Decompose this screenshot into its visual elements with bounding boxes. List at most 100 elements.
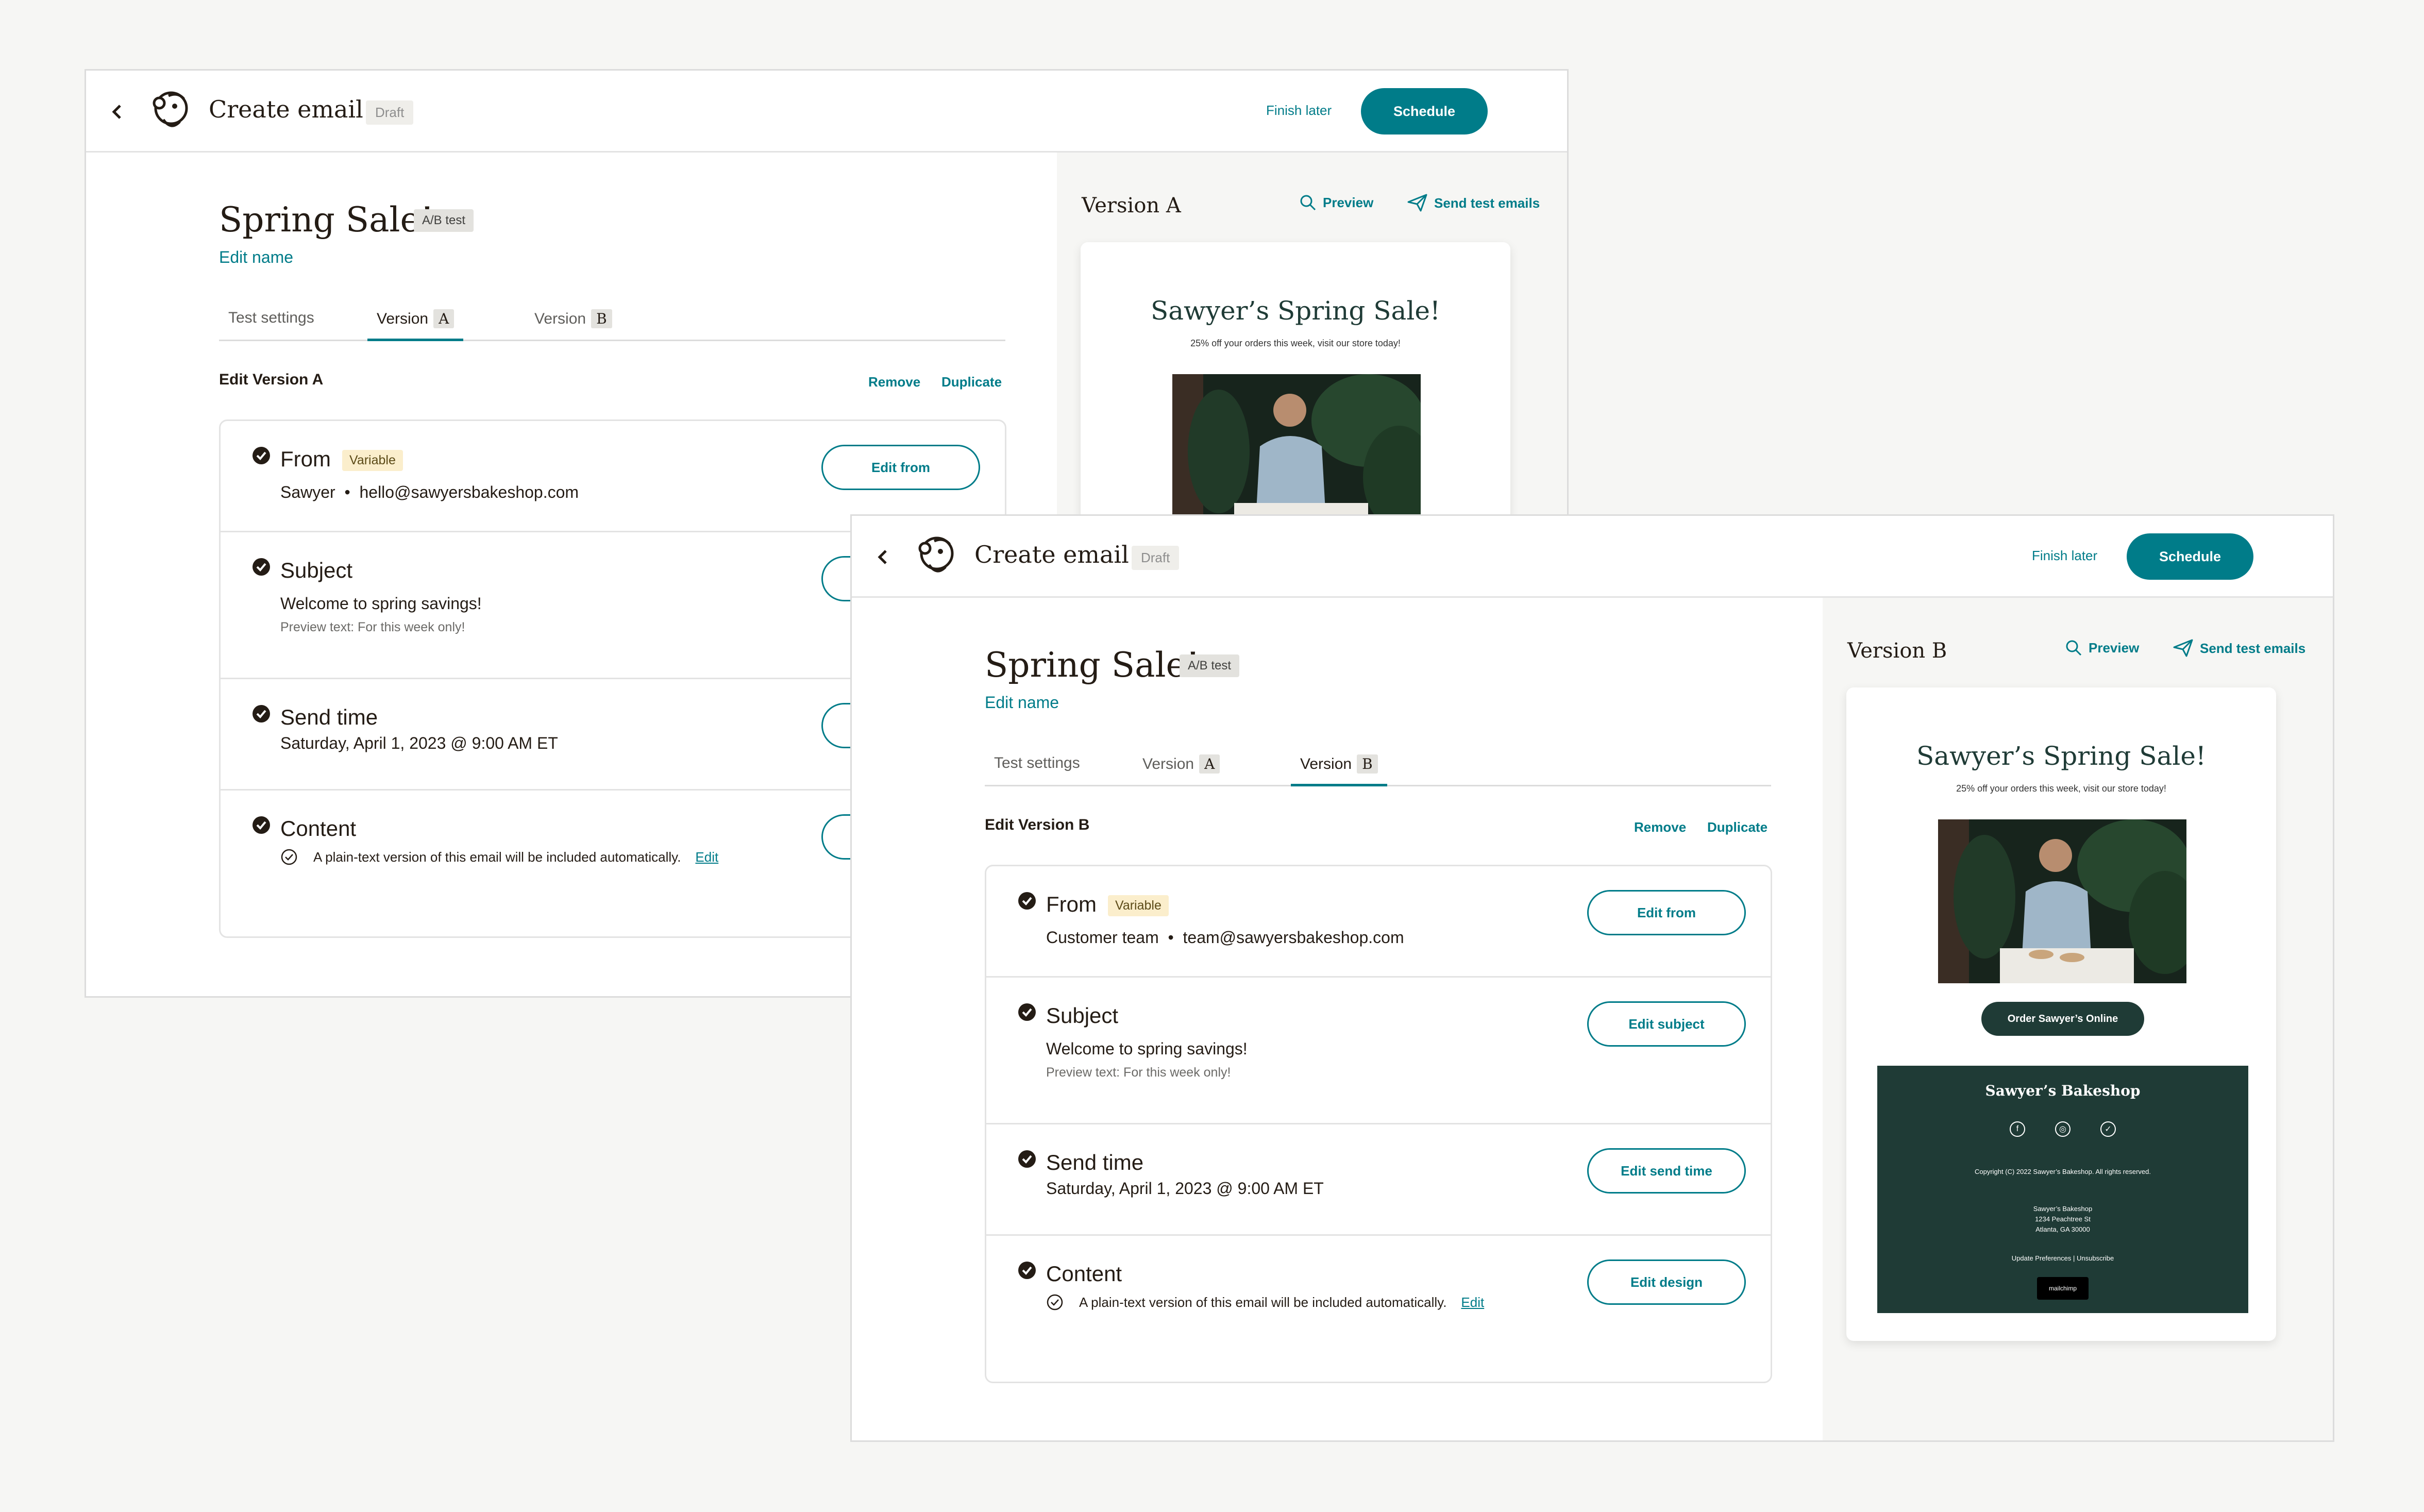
version-tabs: Test settings Version A Version B [219, 300, 1005, 341]
send-test-label: Send test emails [2200, 640, 2306, 656]
checkmark-icon [1018, 1003, 1036, 1021]
preview-panel: Version B Preview Send test emails Sawye… [1823, 598, 2333, 1440]
preview-label: Preview [2089, 640, 2140, 656]
tab-version-b[interactable]: Version B [1291, 754, 1387, 786]
email-headline: Sawyer’s Spring Sale! [1916, 741, 2207, 771]
remove-link[interactable]: Remove [1634, 819, 1686, 835]
send-test-label: Send test emails [1434, 195, 1540, 211]
remove-link[interactable]: Remove [868, 374, 920, 390]
footer-copyright: Copyright (C) 2022 Sawyer’s Bakeshop. Al… [1974, 1168, 2151, 1175]
from-email: team@sawyersbakeshop.com [1183, 928, 1404, 947]
main-content: Spring Sale! A/B test Edit name Test set… [852, 598, 1823, 1440]
panel-title: Version B [1847, 639, 1947, 663]
tab-letter: A [1199, 754, 1220, 774]
edit-from-button[interactable]: Edit from [1587, 890, 1746, 935]
edit-design-button[interactable]: Edit design [1587, 1259, 1746, 1305]
mailchimp-logo-icon [918, 536, 954, 573]
finish-later-link[interactable]: Finish later [2032, 548, 2097, 564]
plain-text-edit-link[interactable]: Edit [695, 849, 718, 865]
app-title: Create email [209, 95, 363, 123]
address-line: 1234 Peachtree St [2035, 1215, 2091, 1223]
tab-version-a[interactable]: Version A [367, 309, 464, 341]
footer-address: Sawyer’s Bakeshop 1234 Peachtree St Atla… [1877, 1204, 2248, 1235]
mailchimp-badge: mailchimp [2037, 1277, 2089, 1300]
tab-label: Version [1142, 755, 1194, 772]
duplicate-link[interactable]: Duplicate [1707, 819, 1767, 835]
social-icons: f ◎ ✓ [1877, 1121, 2248, 1137]
send-time-title: Send time [1046, 1150, 1144, 1174]
subject-row: Subject Welcome to spring savings! Previ… [986, 978, 1771, 1124]
top-bar: Create email Draft Finish later Schedule [852, 516, 2333, 598]
facebook-icon: f [2010, 1121, 2025, 1137]
tab-test-settings[interactable]: Test settings [994, 754, 1080, 786]
schedule-button[interactable]: Schedule [2127, 533, 2253, 580]
from-value: Customer team • team@sawyersbakeshop.com [1046, 928, 1404, 947]
panel-title: Version A [1082, 194, 1181, 217]
from-name: Sawyer [280, 483, 335, 501]
email-hero-image [1172, 374, 1421, 531]
send-test-emails-link[interactable]: Send test emails [2173, 639, 2305, 658]
tab-label: Version [1300, 755, 1352, 772]
campaign-title: Spring Sale! [985, 645, 1200, 685]
edit-version-heading: Edit Version B [985, 816, 1090, 833]
variable-badge: Variable [1108, 895, 1169, 917]
email-headline: Sawyer’s Spring Sale! [1150, 296, 1441, 326]
checkmark-icon [252, 705, 270, 723]
edit-send-time-button[interactable]: Edit send time [1587, 1148, 1746, 1194]
chevron-left-icon[interactable] [108, 99, 126, 124]
content-row: Content A plain-text version of this ema… [986, 1236, 1771, 1383]
edit-name-link[interactable]: Edit name [219, 248, 293, 267]
address-line: Atlanta, GA 30000 [2035, 1225, 2090, 1233]
send-time-title: Send time [280, 705, 378, 729]
tab-letter: B [591, 309, 612, 328]
plain-text-label: A plain-text version of this email will … [313, 849, 681, 865]
ab-test-badge: A/B test [1180, 654, 1240, 677]
checkmark-icon [1018, 1262, 1036, 1279]
instagram-icon: ◎ [2055, 1121, 2070, 1137]
checkmark-icon [252, 447, 270, 464]
settings-card: From Variable Customer team • team@sawyer… [985, 865, 1772, 1383]
campaign-title: Spring Sale! [219, 200, 434, 240]
from-email: hello@sawyersbakeshop.com [359, 483, 579, 501]
checkmark-icon [1018, 892, 1036, 910]
variable-badge: Variable [342, 450, 403, 472]
plain-text-edit-link[interactable]: Edit [1461, 1295, 1484, 1311]
plain-text-label: A plain-text version of this email will … [1079, 1294, 1447, 1310]
preview-link[interactable]: Preview [2065, 639, 2139, 657]
send-test-emails-link[interactable]: Send test emails [1407, 194, 1540, 212]
plain-text-note: A plain-text version of this email will … [1046, 1293, 1484, 1311]
circle-check-icon [281, 849, 297, 865]
mailchimp-logo-icon [153, 91, 188, 127]
preview-label: Preview [1323, 194, 1374, 210]
tab-test-settings[interactable]: Test settings [228, 309, 314, 341]
chevron-left-icon[interactable] [873, 545, 892, 569]
finish-later-link[interactable]: Finish later [1266, 103, 1332, 119]
email-footer: Sawyer’s Bakeshop f ◎ ✓ Copyright (C) 20… [1877, 1066, 2248, 1313]
from-row: From Variable Customer team • team@sawyer… [986, 866, 1771, 978]
edit-subject-button[interactable]: Edit subject [1587, 1001, 1746, 1047]
tab-version-a[interactable]: Version A [1133, 754, 1229, 786]
ab-test-badge: A/B test [414, 209, 474, 232]
tab-version-b[interactable]: Version B [525, 309, 621, 341]
preview-text: Preview text: For this week only! [1046, 1065, 1231, 1080]
from-value: Sawyer • hello@sawyersbakeshop.com [280, 483, 579, 501]
edit-version-heading: Edit Version A [219, 371, 324, 388]
search-icon [2066, 640, 2082, 656]
preview-link[interactable]: Preview [1299, 194, 1373, 211]
send-time-value: Saturday, April 1, 2023 @ 9:00 AM ET [280, 734, 558, 752]
tab-letter: B [1357, 754, 1378, 774]
schedule-button[interactable]: Schedule [1361, 88, 1488, 135]
create-email-window-version-b: Create email Draft Finish later Schedule… [850, 514, 2334, 1442]
row-title: From Variable [280, 447, 403, 472]
email-cta-button: Order Sawyer’s Online [1981, 1002, 2144, 1036]
tab-letter: A [433, 309, 454, 328]
email-preview: Sawyer’s Spring Sale! 25% off your order… [1846, 687, 2276, 1341]
subject-line: Welcome to spring savings! [280, 594, 482, 613]
address-line: Sawyer’s Bakeshop [2033, 1205, 2093, 1213]
edit-from-button[interactable]: Edit from [821, 445, 980, 490]
row-title: From Variable [1046, 892, 1169, 917]
edit-name-link[interactable]: Edit name [985, 693, 1059, 712]
send-time-value: Saturday, April 1, 2023 @ 9:00 AM ET [1046, 1179, 1324, 1198]
checkmark-icon [252, 558, 270, 576]
duplicate-link[interactable]: Duplicate [941, 374, 1002, 390]
